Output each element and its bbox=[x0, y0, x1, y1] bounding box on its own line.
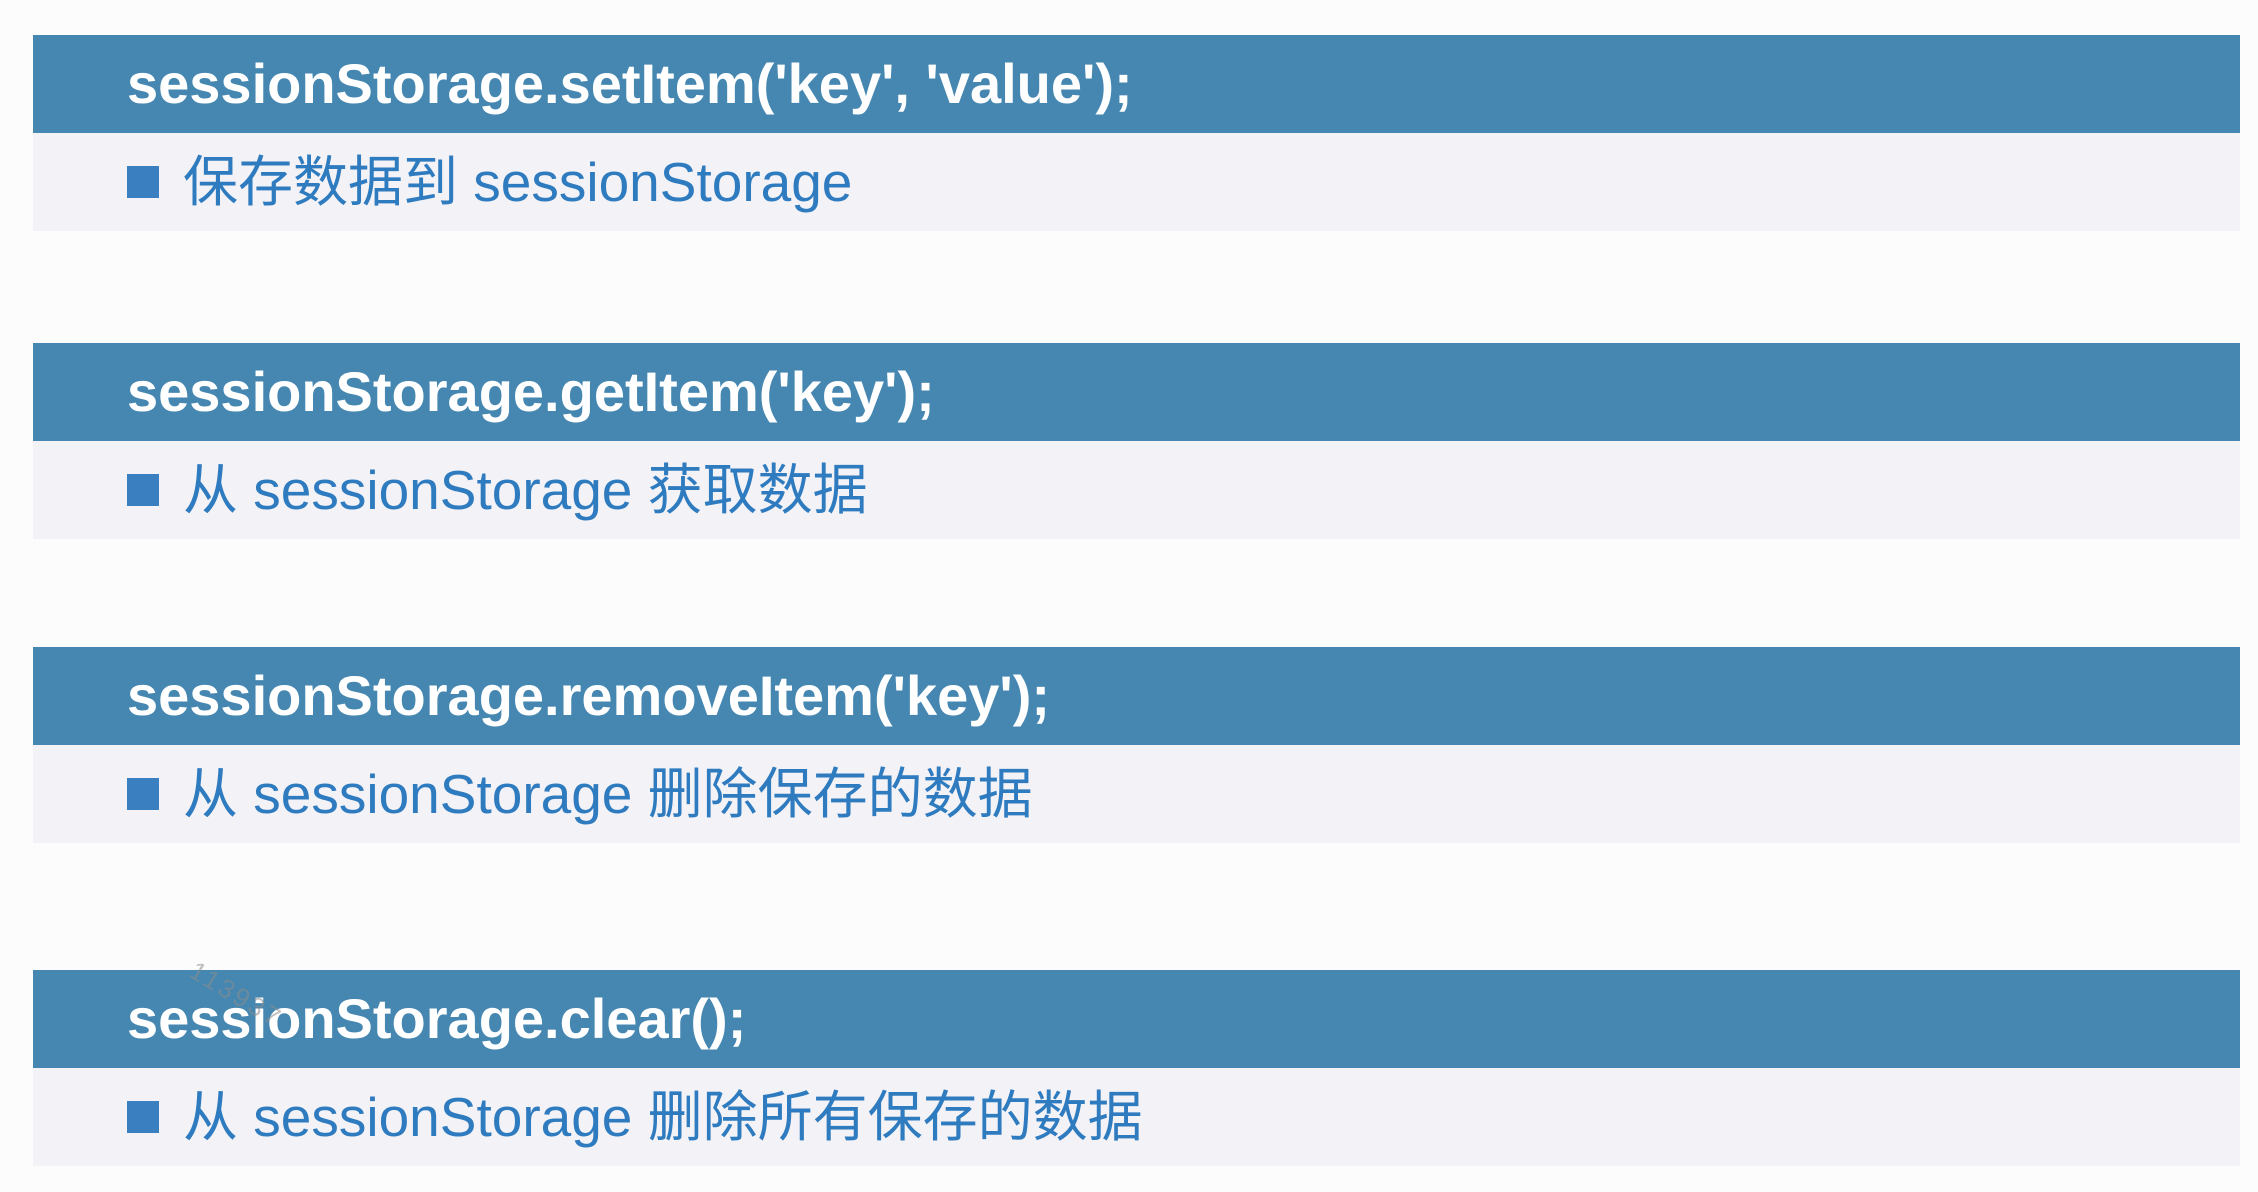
description-row: 从 sessionStorage 获取数据 bbox=[33, 441, 2240, 539]
code-text: sessionStorage.clear(); bbox=[127, 987, 747, 1050]
code-text: sessionStorage.setItem('key', 'value'); bbox=[127, 52, 1133, 115]
description-text: 从 sessionStorage 删除所有保存的数据 bbox=[183, 1085, 1143, 1148]
description-row: 从 sessionStorage 删除所有保存的数据 bbox=[33, 1068, 2240, 1166]
description-text: 保存数据到 sessionStorage bbox=[183, 150, 853, 213]
api-block-clear: sessionStorage.clear(); 从 sessionStorage… bbox=[33, 970, 2240, 1166]
api-block-getitem: sessionStorage.getItem('key'); 从 session… bbox=[33, 343, 2240, 539]
square-bullet-icon bbox=[127, 166, 159, 198]
description-row: 保存数据到 sessionStorage bbox=[33, 133, 2240, 231]
description-row: 从 sessionStorage 删除保存的数据 bbox=[33, 745, 2240, 843]
square-bullet-icon bbox=[127, 474, 159, 506]
code-text: sessionStorage.removeItem('key'); bbox=[127, 664, 1050, 727]
square-bullet-icon bbox=[127, 778, 159, 810]
code-text: sessionStorage.getItem('key'); bbox=[127, 360, 935, 423]
api-block-removeitem: sessionStorage.removeItem('key'); 从 sess… bbox=[33, 647, 2240, 843]
square-bullet-icon bbox=[127, 1101, 159, 1133]
code-header: sessionStorage.removeItem('key'); bbox=[33, 647, 2240, 745]
code-header: sessionStorage.clear(); bbox=[33, 970, 2240, 1068]
code-header: sessionStorage.getItem('key'); bbox=[33, 343, 2240, 441]
description-text: 从 sessionStorage 获取数据 bbox=[183, 458, 868, 521]
code-header: sessionStorage.setItem('key', 'value'); bbox=[33, 35, 2240, 133]
description-text: 从 sessionStorage 删除保存的数据 bbox=[183, 762, 1033, 825]
api-block-setitem: sessionStorage.setItem('key', 'value'); … bbox=[33, 35, 2240, 231]
